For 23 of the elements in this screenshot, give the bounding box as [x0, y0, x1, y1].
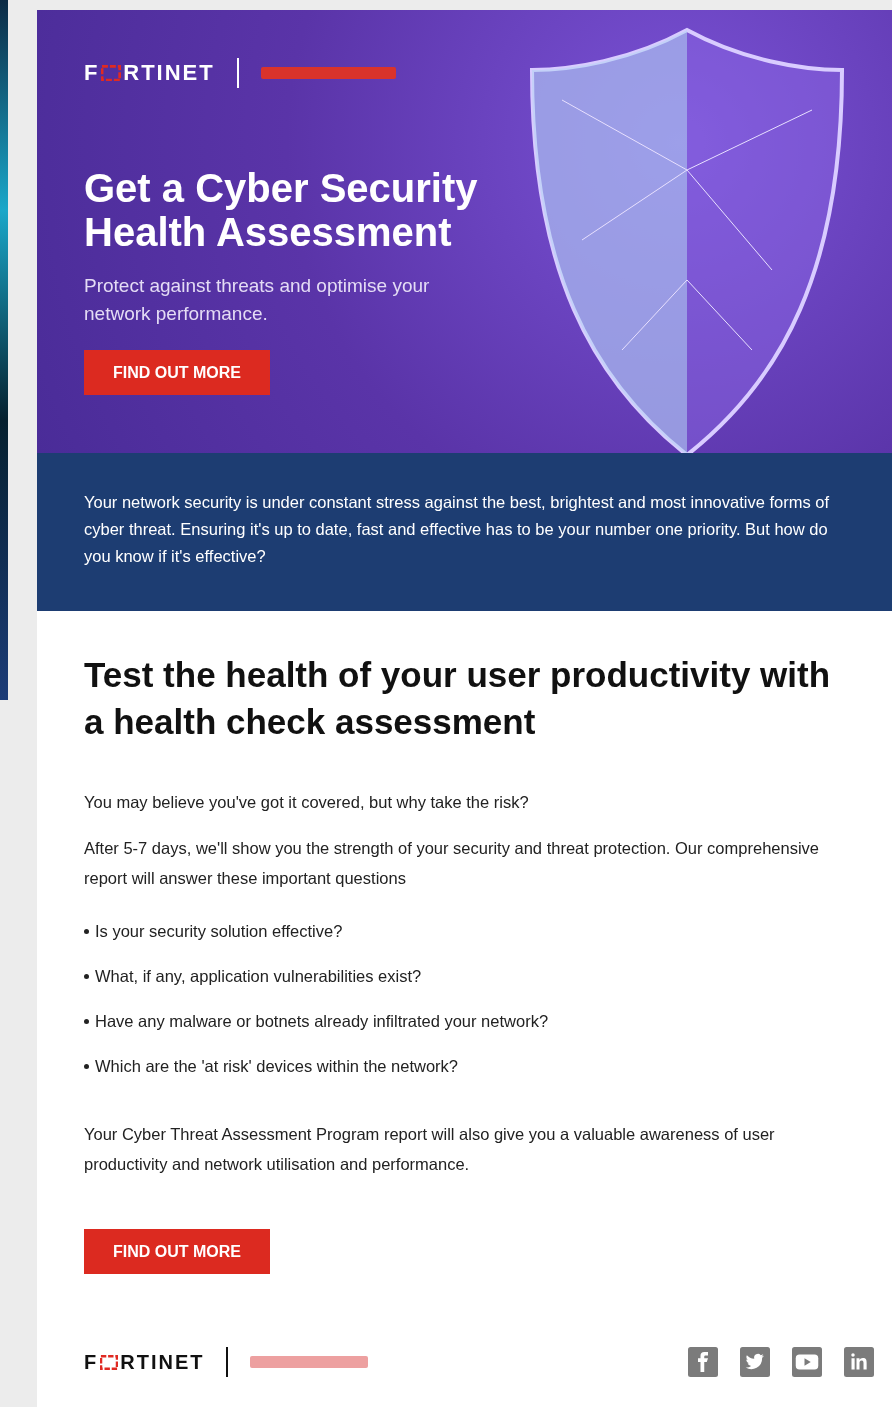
bullet-icon: [84, 929, 89, 934]
facebook-icon[interactable]: [688, 1347, 718, 1377]
company-logo: F RTINET: [84, 1350, 205, 1374]
find-out-more-button[interactable]: FIND OUT MORE: [84, 350, 270, 395]
intro-text: Your network security is under constant stress against the best, brightest and most innovative forms of cyber threat. Ensuring it's up to date, fast and effective has to be your number one priority. But how do you know if it's effective?: [84, 492, 830, 567]
body-paragraph: After 5-7 days, we'll show you the strength of your security and threat protection. Our comprehensive report will answer these important questions: [84, 838, 820, 889]
bullet-icon: [84, 974, 89, 979]
find-out-more-button[interactable]: FIND OUT MORE: [84, 1229, 270, 1274]
body-paragraph: Your Cyber Threat Assessment Program report will also give you a valuable awareness of user productivity and network utilisation and performance.: [84, 1124, 776, 1175]
body-paragraph: You may believe you've got it covered, but why take the risk?: [84, 792, 530, 813]
bullet-icon: [84, 1019, 89, 1024]
youtube-icon[interactable]: [792, 1347, 822, 1377]
question-text: What, if any, application vulnerabilities exist?: [95, 966, 422, 987]
question-text: Have any malware or botnets already infiltrated your network?: [95, 1011, 549, 1032]
question-text: Which are the 'at risk' devices within the network?: [95, 1056, 459, 1077]
bullet-icon: [84, 1064, 89, 1069]
question-text: Is your security solution effective?: [95, 921, 343, 942]
twitter-icon[interactable]: [740, 1347, 770, 1377]
linkedin-icon[interactable]: [844, 1347, 874, 1377]
section-heading: Test the health of your user productivity with a health check assessment: [84, 654, 832, 743]
hero-subtitle: Protect against threats and optimise your network performance.: [84, 274, 431, 326]
company-logo: F RTINET: [84, 60, 215, 86]
hero-title: Get a Cyber Security Health Assessment: [84, 166, 479, 254]
